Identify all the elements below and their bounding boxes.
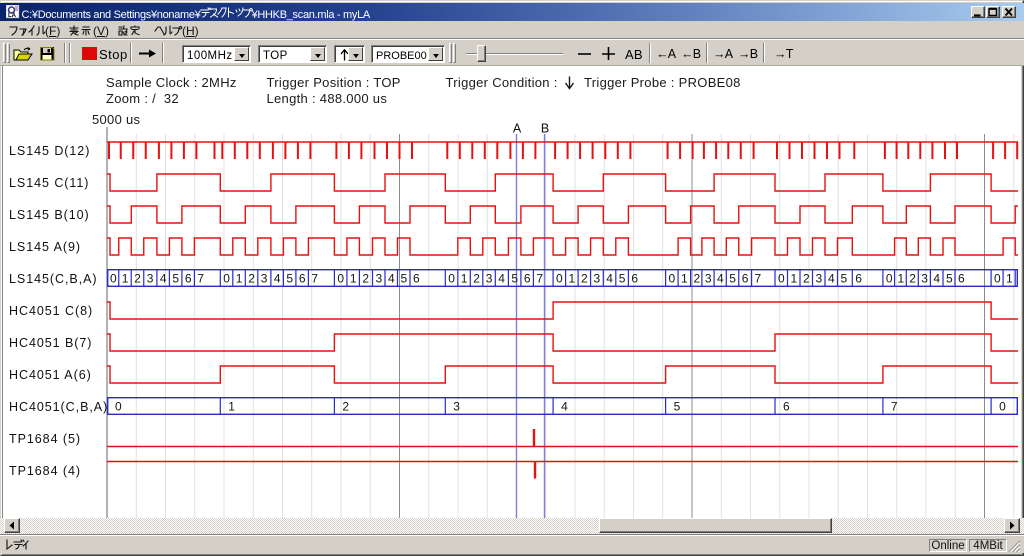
svg-text:6: 6	[742, 272, 749, 286]
svg-text:5: 5	[172, 272, 179, 286]
svg-text:LS145 D(12): LS145 D(12)	[9, 144, 90, 158]
svg-text:3: 3	[453, 400, 460, 414]
svg-text:5: 5	[511, 272, 518, 286]
svg-text:B: B	[541, 122, 549, 136]
svg-text:2: 2	[909, 272, 916, 286]
svg-text:LS145 C(11): LS145 C(11)	[9, 176, 89, 190]
svg-text:Sample Clock : 2MHz: Sample Clock : 2MHz	[106, 75, 237, 90]
svg-text:6: 6	[958, 272, 965, 286]
svg-text:0: 0	[778, 272, 785, 286]
svg-text:HC4051 C(8): HC4051 C(8)	[9, 304, 93, 318]
svg-text:6: 6	[783, 400, 790, 414]
svg-text:0: 0	[669, 272, 676, 286]
svg-text:3: 3	[921, 272, 928, 286]
svg-text:Trigger Condition :: Trigger Condition :	[446, 75, 558, 90]
svg-text:LS145 A(9): LS145 A(9)	[9, 240, 81, 254]
svg-text:0: 0	[223, 272, 230, 286]
svg-text:4: 4	[717, 272, 724, 286]
svg-text:4: 4	[606, 272, 613, 286]
svg-text:4: 4	[933, 272, 940, 286]
svg-text:7: 7	[755, 272, 762, 286]
svg-text:LS145(C,B,A): LS145(C,B,A)	[9, 272, 98, 286]
svg-text:5: 5	[729, 272, 736, 286]
svg-text:6: 6	[413, 272, 420, 286]
svg-text:4: 4	[274, 272, 281, 286]
svg-text:5: 5	[946, 272, 953, 286]
svg-text:0: 0	[886, 272, 893, 286]
svg-text:2: 2	[803, 272, 810, 286]
svg-text:2: 2	[248, 272, 255, 286]
svg-text:3: 3	[261, 272, 268, 286]
svg-text:4: 4	[498, 272, 505, 286]
svg-text:0: 0	[115, 400, 122, 414]
svg-text:6: 6	[631, 272, 638, 286]
svg-text:0: 0	[999, 400, 1006, 414]
svg-text:HC4051 A(6): HC4051 A(6)	[9, 368, 92, 382]
svg-text:Length : 488.000 us: Length : 488.000 us	[267, 91, 388, 106]
svg-text:7: 7	[197, 272, 204, 286]
svg-text:7: 7	[311, 272, 318, 286]
svg-text:Zoom : / 32: Zoom : / 32	[106, 91, 179, 106]
svg-text:1: 1	[898, 272, 905, 286]
svg-text:6: 6	[855, 272, 862, 286]
svg-text:4: 4	[828, 272, 835, 286]
svg-text:5: 5	[286, 272, 293, 286]
svg-text:1: 1	[569, 272, 576, 286]
svg-text:0: 0	[994, 272, 1001, 286]
svg-text:5000 us: 5000 us	[92, 112, 141, 127]
svg-text:Trigger Probe : PROBE08: Trigger Probe : PROBE08	[584, 75, 741, 90]
svg-text:3: 3	[147, 272, 154, 286]
svg-text:2: 2	[694, 272, 701, 286]
svg-text:0: 0	[556, 272, 563, 286]
svg-text:HC4051(C,B,A): HC4051(C,B,A)	[9, 400, 108, 414]
svg-text:0: 0	[110, 272, 117, 286]
svg-text:0: 0	[337, 272, 344, 286]
svg-text:6: 6	[185, 272, 192, 286]
svg-text:1: 1	[350, 272, 357, 286]
svg-text:2: 2	[473, 272, 480, 286]
svg-text:1: 1	[1006, 272, 1013, 286]
svg-text:3: 3	[815, 272, 822, 286]
svg-text:1: 1	[790, 272, 797, 286]
svg-text:A: A	[513, 122, 522, 136]
svg-text:1: 1	[681, 272, 688, 286]
svg-text:2: 2	[581, 272, 588, 286]
svg-text:Trigger Position : TOP: Trigger Position : TOP	[267, 75, 401, 90]
svg-text:4: 4	[388, 272, 395, 286]
svg-text:1: 1	[228, 400, 235, 414]
svg-text:7: 7	[536, 272, 543, 286]
svg-text:5: 5	[619, 272, 626, 286]
svg-text:1: 1	[122, 272, 129, 286]
svg-text:0: 0	[448, 272, 455, 286]
svg-text:3: 3	[705, 272, 712, 286]
svg-text:4: 4	[160, 272, 167, 286]
svg-text:6: 6	[524, 272, 531, 286]
svg-text:TP1684 (5): TP1684 (5)	[9, 432, 81, 446]
svg-text:2: 2	[362, 272, 369, 286]
svg-text:LA: LA	[8, 13, 17, 19]
svg-text:3: 3	[594, 272, 601, 286]
svg-text:4: 4	[561, 400, 568, 414]
svg-text:TP1684 (4): TP1684 (4)	[9, 464, 81, 478]
svg-text:HC4051 B(7): HC4051 B(7)	[9, 336, 92, 350]
svg-text:2: 2	[342, 400, 349, 414]
svg-text:7: 7	[891, 400, 898, 414]
svg-text:1: 1	[461, 272, 468, 286]
svg-text:6: 6	[299, 272, 306, 286]
svg-text:5: 5	[840, 272, 847, 286]
svg-text:5: 5	[400, 272, 407, 286]
svg-text:5: 5	[674, 400, 681, 414]
svg-text:3: 3	[375, 272, 382, 286]
svg-text:2: 2	[134, 272, 141, 286]
svg-text:1: 1	[236, 272, 243, 286]
svg-text:3: 3	[486, 272, 493, 286]
svg-text:LS145 B(10): LS145 B(10)	[9, 208, 90, 222]
